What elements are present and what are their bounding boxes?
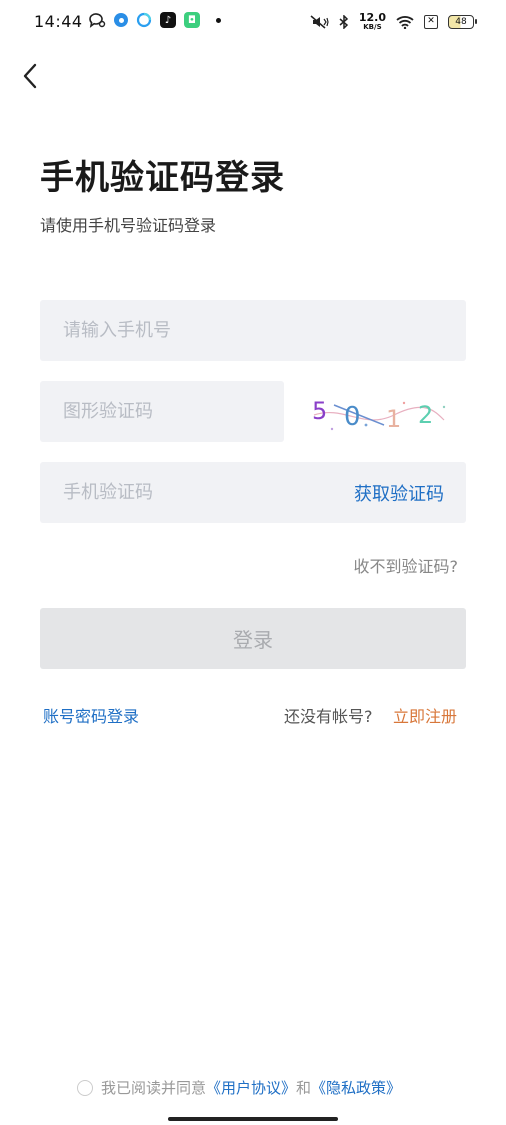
no-account-text: 还没有帐号? — [284, 707, 373, 726]
privacy-policy-link[interactable]: 《隐私政策》 — [311, 1077, 401, 1098]
captcha-digit-2: 0 — [344, 402, 361, 432]
app-notification-icon — [114, 13, 128, 27]
status-time: 14:44 — [34, 12, 83, 31]
browser-icon — [136, 12, 152, 28]
sms-code-field[interactable]: 获取验证码 — [40, 462, 466, 523]
page-subtitle: 请使用手机号验证码登录 — [40, 216, 217, 235]
app-green-icon: ◘ — [184, 12, 200, 28]
network-speed-value: 12.0 — [358, 11, 386, 24]
bluetooth-icon — [339, 14, 348, 29]
tiktok-icon: ♪ — [160, 12, 176, 28]
mute-vibrate-icon — [310, 14, 329, 29]
notification-icons: ♪ ◘ — [88, 12, 221, 28]
status-bar: 14:44 ♪ ◘ 12.0 KB/S ✕ 48 — [0, 0, 506, 44]
captcha-input[interactable] — [61, 400, 284, 423]
chevron-left-icon — [23, 63, 37, 89]
captcha-digit-1: 5 — [312, 397, 327, 425]
agreement-prefix: 我已阅读并同意 — [101, 1079, 207, 1097]
login-button[interactable]: 登录 — [40, 608, 466, 669]
register-link[interactable]: 立即注册 — [393, 703, 457, 727]
network-speed: 12.0 KB/S — [359, 12, 386, 31]
agreement-row: 我已阅读并同意 《用户协议》 和 《隐私政策》 — [77, 1077, 401, 1098]
captcha-digit-4: 2 — [418, 401, 433, 429]
chat-bubble-icon — [89, 13, 106, 28]
agree-checkbox[interactable] — [77, 1079, 93, 1096]
no-sim-icon: ✕ — [424, 14, 438, 29]
battery-icon: 48 — [448, 14, 477, 29]
phone-input[interactable] — [61, 319, 466, 342]
password-login-link[interactable]: 账号密码登录 — [43, 703, 139, 727]
system-icons: 12.0 KB/S ✕ 48 — [309, 12, 477, 31]
no-code-link[interactable]: 收不到验证码? — [354, 553, 459, 577]
agreement-and: 和 — [296, 1079, 312, 1097]
user-agreement-link[interactable]: 《用户协议》 — [206, 1077, 296, 1098]
home-indicator[interactable] — [168, 1117, 338, 1121]
captcha-field[interactable] — [40, 381, 284, 442]
captcha-digit-3: 1 — [386, 405, 401, 433]
get-code-button[interactable]: 获取验证码 — [354, 480, 444, 506]
network-speed-unit: KB/S — [363, 23, 382, 31]
phone-field[interactable] — [40, 300, 466, 361]
captcha-image[interactable]: 5 0 1 2 — [304, 385, 454, 439]
more-notifications-dot — [216, 17, 221, 23]
page-title: 手机验证码登录 — [40, 158, 285, 198]
back-button[interactable] — [18, 60, 46, 94]
wifi-icon — [396, 15, 414, 29]
